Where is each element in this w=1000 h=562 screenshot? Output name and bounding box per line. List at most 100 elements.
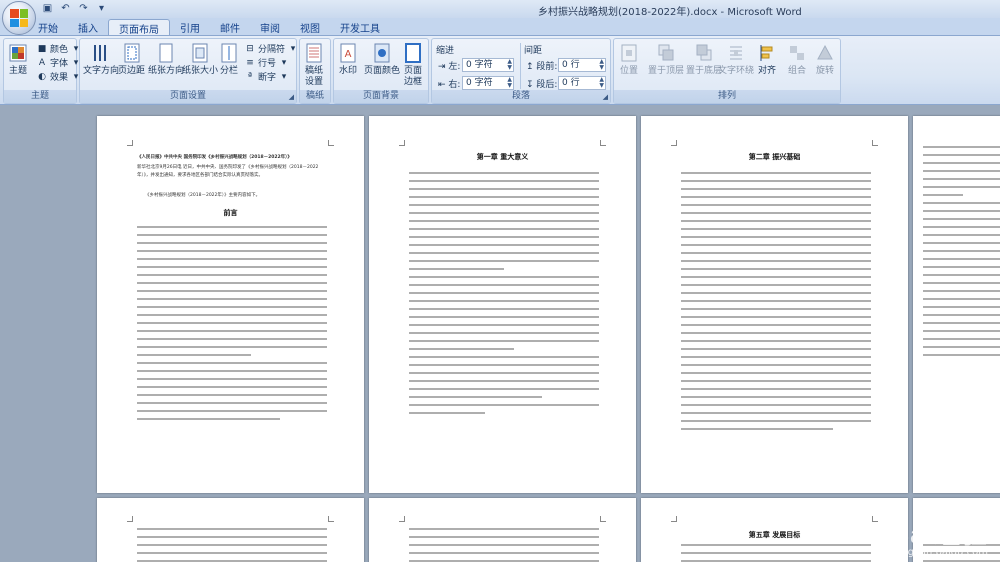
line-numbers-button[interactable]: ≡ 行号 ▾: [244, 56, 290, 70]
tab-review[interactable]: 审阅: [250, 19, 290, 36]
rotate-button[interactable]: 旋转: [814, 41, 836, 77]
themes-icon: [7, 41, 29, 65]
page-color-icon: [371, 41, 393, 65]
columns-button[interactable]: 分栏: [218, 41, 240, 77]
hyphenation-icon: ª: [247, 71, 253, 82]
page-2-heading: 第一章 重大意义: [476, 153, 529, 161]
tab-insert[interactable]: 插入: [68, 19, 108, 36]
size-button[interactable]: 纸张大小: [182, 41, 218, 77]
bring-to-front-button[interactable]: 置于顶层: [648, 41, 684, 77]
baidu-jingyan-watermark: Bai经验 jingyan.baidu.com: [891, 514, 988, 558]
chevron-down-icon: ▾: [290, 43, 296, 54]
page-setup-dialog-launcher[interactable]: ◢: [289, 93, 294, 101]
page-1-line-2: 新华社北京9月26日电 近日，中共中央、国务院印发了《乡村振兴战略规划（2018…: [137, 165, 319, 178]
tab-page-layout[interactable]: 页面布局: [108, 19, 170, 36]
breaks-button[interactable]: ⊟ 分隔符 ▾: [244, 42, 299, 56]
rotate-icon: [814, 41, 836, 65]
spinner-arrows-icon[interactable]: ▲ ▼: [599, 59, 604, 71]
page-borders-icon: [402, 41, 424, 65]
group-label-page-setup: 页面设置: [80, 90, 296, 103]
chevron-down-icon: ▾: [281, 71, 287, 82]
group-label-page-background: 页面背景: [334, 90, 428, 103]
hyphenation-button[interactable]: ª 断字 ▾: [244, 70, 290, 84]
spinner-arrows-icon[interactable]: ▲ ▼: [507, 77, 512, 89]
tab-view[interactable]: 视图: [290, 19, 330, 36]
document-page-2[interactable]: 第一章 重大意义: [369, 116, 636, 493]
spacing-after-field[interactable]: 0 行 ▲ ▼: [558, 76, 606, 90]
page-1-line-3: 《乡村振兴战略规划（2018－2022年）》主要内容如下。: [145, 193, 261, 198]
page-3-heading: 第二章 振兴基础: [748, 153, 801, 161]
text-direction-button[interactable]: 文字方向: [83, 41, 119, 77]
ribbon-tab-row: 开始 插入 页面布局 引用 邮件 审阅 视图 开发工具: [0, 18, 1000, 36]
watermark-button[interactable]: A 水印: [337, 41, 359, 77]
themes-button[interactable]: 主题: [7, 41, 29, 77]
group-label-manuscript: 稿纸: [300, 90, 330, 103]
text-direction-icon: [90, 41, 112, 65]
font-icon: A: [38, 57, 46, 68]
group-label-paragraph: 段落: [432, 90, 610, 103]
chevron-down-icon: ▾: [281, 57, 287, 68]
watermark-icon: A: [337, 41, 359, 65]
indent-left-label: ⇥ 左:: [438, 62, 461, 72]
group-manuscript: 稿纸设置 稿纸: [299, 38, 331, 104]
align-button[interactable]: 对齐: [756, 41, 778, 77]
send-to-back-button[interactable]: 置于底层: [686, 41, 722, 77]
paragraph-dialog-launcher[interactable]: ◢: [603, 93, 608, 101]
position-button[interactable]: 位置: [618, 41, 640, 77]
save-icon[interactable]: ▣: [40, 1, 55, 16]
page-7-heading: 第五章 发展目标: [748, 531, 801, 539]
group-arrange: 位置 置于顶层 置于底层 文字环绕 对齐 组合 旋转 排列: [613, 38, 841, 104]
document-page-1[interactable]: 《人民日报》中共中央 国务院印发《乡村振兴战略规划（2018－2022年）》 新…: [97, 116, 364, 493]
page-4-body: [923, 146, 1000, 362]
line-numbers-icon: ≡: [246, 57, 254, 68]
redo-icon[interactable]: ↷: [76, 1, 91, 16]
orientation-icon: [155, 41, 177, 65]
manuscript-settings-button[interactable]: 稿纸设置: [302, 41, 326, 88]
watermark-brand: Bai经验: [890, 519, 988, 549]
office-button[interactable]: [2, 1, 36, 35]
text-wrap-button[interactable]: 文字环绕: [718, 41, 754, 77]
page-color-button[interactable]: 页面颜色: [364, 41, 400, 77]
page-1-body: [137, 226, 327, 426]
orientation-button[interactable]: 纸张方向: [148, 41, 184, 77]
group-objects-icon: [786, 41, 808, 65]
indent-left-field[interactable]: 0 字符 ▲ ▼: [462, 58, 514, 72]
paragraph-divider: [520, 43, 521, 89]
columns-icon: [218, 41, 240, 65]
document-page-7[interactable]: 第五章 发展目标: [641, 498, 908, 562]
group-label-arrange: 排列: [614, 90, 840, 103]
tab-developer[interactable]: 开发工具: [330, 19, 390, 36]
theme-colors-button[interactable]: ■ 颜色 ▾: [36, 42, 82, 56]
spinner-arrows-icon[interactable]: ▲ ▼: [599, 77, 604, 89]
theme-effects-button[interactable]: ◐ 效果 ▾: [36, 70, 82, 84]
page-borders-button[interactable]: 页面边框: [402, 41, 424, 88]
svg-text:A: A: [345, 49, 352, 60]
document-page-4[interactable]: [913, 116, 1000, 493]
paper-size-icon: [189, 41, 211, 65]
text-wrap-icon: [725, 41, 747, 65]
effects-icon: ◐: [38, 71, 46, 82]
align-icon: [756, 41, 778, 65]
spacing-after-icon: ↧: [526, 80, 534, 90]
spinner-arrows-icon[interactable]: ▲ ▼: [507, 59, 512, 71]
undo-icon[interactable]: ↶: [58, 1, 73, 16]
tab-references[interactable]: 引用: [170, 19, 210, 36]
group-button[interactable]: 组合: [786, 41, 808, 77]
document-page-5[interactable]: [97, 498, 364, 562]
theme-fonts-button[interactable]: A 字体 ▾: [36, 56, 82, 70]
office-logo-icon: [10, 9, 28, 27]
group-label-themes: 主题: [4, 90, 76, 103]
spacing-before-field[interactable]: 0 行 ▲ ▼: [558, 58, 606, 72]
indent-right-field[interactable]: 0 字符 ▲ ▼: [462, 76, 514, 90]
tab-mailings[interactable]: 邮件: [210, 19, 250, 36]
document-page-3[interactable]: 第二章 振兴基础: [641, 116, 908, 493]
document-page-6[interactable]: [369, 498, 636, 562]
group-themes: 主题 ■ 颜色 ▾ A 字体 ▾ ◐ 效果 ▾ 主题: [3, 38, 78, 104]
page-1-line-1: 《人民日报》中共中央 国务院印发《乡村振兴战略规划（2018－2022年）》: [137, 155, 292, 160]
window-title: 乡村振兴战略规划(2018-2022年).docx - Microsoft Wo…: [538, 7, 802, 18]
spacing-before-label: ↥ 段前:: [526, 62, 558, 72]
breaks-icon: ⊟: [246, 43, 254, 54]
customize-qat-icon[interactable]: ▾: [94, 1, 109, 16]
margins-button[interactable]: 页边距: [118, 41, 145, 77]
document-workspace[interactable]: 《人民日报》中共中央 国务院印发《乡村振兴战略规划（2018－2022年）》 新…: [0, 106, 1000, 562]
